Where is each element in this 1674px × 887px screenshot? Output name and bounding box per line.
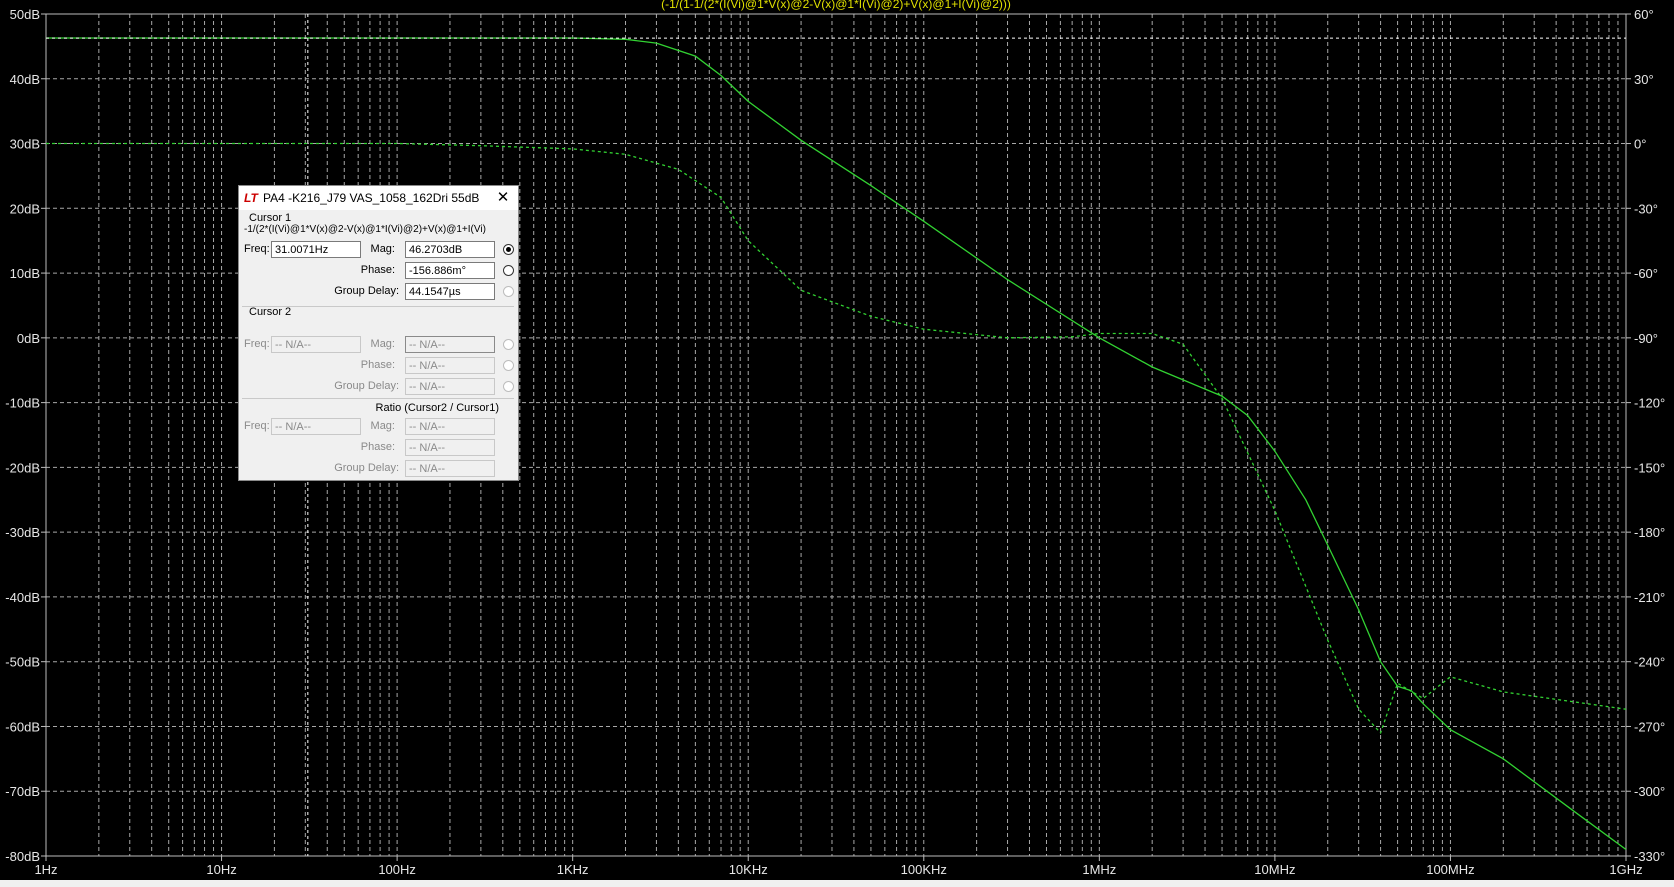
cursor2-phase-label: Phase:: [360, 359, 395, 371]
y-left-tick-label: -20dB: [5, 460, 40, 475]
ratio-freq-field[interactable]: -- N/A--: [271, 418, 361, 435]
y-left-tick-label: 20dB: [10, 201, 40, 216]
cursor2-heading: Cursor 2: [249, 306, 292, 318]
cursor-dialog[interactable]: LT PA4 -K216_J79 VAS_1058_162Dri 55dB ✕ …: [238, 185, 519, 481]
cursor1-phase-radio[interactable]: [503, 265, 514, 276]
expression-title[interactable]: (-1/(1-1/(2*(I(Vi)@1*V(x)@2-V(x)@1*I(Vi)…: [661, 0, 1011, 11]
x-tick-label: 100KHz: [901, 862, 947, 877]
y-right-tick-label: -240°: [1634, 655, 1665, 670]
cursor2-group-delay-radio[interactable]: [503, 381, 514, 392]
dialog-separator: [242, 398, 514, 399]
cursor1-freq-field[interactable]: 31.0071Hz: [271, 241, 361, 258]
y-right-tick-label: -90°: [1634, 331, 1658, 346]
y-right-tick-label: 0°: [1634, 137, 1646, 152]
cursor1-freq-label: Freq:: [244, 243, 270, 255]
y-right-tick-label: -180°: [1634, 525, 1665, 540]
cursor1-mag-label: Mag:: [370, 243, 395, 255]
y-right-tick-label: -150°: [1634, 460, 1665, 475]
ratio-freq-label: Freq:: [244, 420, 270, 432]
ratio-heading: Ratio (Cursor2 / Cursor1): [375, 402, 499, 414]
x-tick-label: 100Hz: [378, 862, 416, 877]
x-tick-label: 1MHz: [1082, 862, 1116, 877]
y-left-tick-label: -50dB: [5, 655, 40, 670]
cursor1-group-delay-radio[interactable]: [503, 286, 514, 297]
cursor2-mag-label: Mag:: [370, 338, 395, 350]
cursor2-phase-field[interactable]: -- N/A--: [405, 357, 495, 374]
y-left-tick-label: 10dB: [10, 266, 40, 281]
close-button[interactable]: ✕: [488, 186, 518, 210]
ratio-phase-label: Phase:: [360, 441, 395, 453]
cursor1-phase-field[interactable]: -156.886m°: [405, 262, 495, 279]
x-tick-label: 10KHz: [729, 862, 768, 877]
y-right-tick-label: -300°: [1634, 784, 1665, 799]
y-right-tick-label: 30°: [1634, 72, 1654, 87]
ratio-mag-label: Mag:: [370, 420, 395, 432]
ratio-phase-field[interactable]: -- N/A--: [405, 439, 495, 456]
dialog-titlebar[interactable]: LT PA4 -K216_J79 VAS_1058_162Dri 55dB ✕: [239, 186, 518, 210]
y-left-tick-label: -80dB: [5, 849, 40, 864]
y-right-tick-label: -120°: [1634, 396, 1665, 411]
cursor2-mag-field[interactable]: -- N/A--: [405, 336, 495, 353]
ratio-group-delay-label: Group Delay:: [334, 462, 399, 474]
cursor1-expression: -1/(2*(I(Vi)@1*V(x)@2-V(x)@1*I(Vi)@2)+V(…: [244, 224, 486, 235]
ratio-group-delay-field[interactable]: -- N/A--: [405, 460, 495, 477]
dialog-title: PA4 -K216_J79 VAS_1058_162Dri 55dB: [263, 191, 480, 205]
cursor2-group-delay-label: Group Delay:: [334, 380, 399, 392]
y-left-tick-label: -70dB: [5, 784, 40, 799]
x-tick-label: 1GHz: [1609, 862, 1642, 877]
cursor1-mag-field[interactable]: 46.2703dB: [405, 241, 495, 258]
y-left-tick-label: -10dB: [5, 396, 40, 411]
cursor2-mag-radio[interactable]: [503, 339, 514, 350]
x-tick-label: 10MHz: [1254, 862, 1295, 877]
y-left-tick-label: -60dB: [5, 719, 40, 734]
cursor2-freq-label: Freq:: [244, 338, 270, 350]
cursor2-group-delay-field[interactable]: -- N/A--: [405, 378, 495, 395]
x-tick-label: 10Hz: [206, 862, 236, 877]
cursor1-heading: Cursor 1: [249, 212, 292, 224]
y-left-tick-label: 30dB: [10, 137, 40, 152]
cursor1-mag-radio[interactable]: [503, 244, 514, 255]
y-right-tick-label: 60°: [1634, 7, 1654, 22]
y-right-tick-label: -60°: [1634, 266, 1658, 281]
y-right-tick-label: -30°: [1634, 201, 1658, 216]
y-left-tick-label: 0dB: [17, 331, 40, 346]
y-left-tick-label: 50dB: [10, 7, 40, 22]
cursor1-group-delay-label: Group Delay:: [334, 285, 399, 297]
y-left-tick-label: -30dB: [5, 525, 40, 540]
y-left-tick-label: 40dB: [10, 72, 40, 87]
status-strip: [0, 880, 1674, 887]
y-right-tick-label: -210°: [1634, 590, 1665, 605]
ratio-mag-field[interactable]: -- N/A--: [405, 418, 495, 435]
y-right-tick-label: -330°: [1634, 849, 1665, 864]
lt-logo-icon: LT: [244, 191, 258, 205]
cursor2-phase-radio[interactable]: [503, 360, 514, 371]
x-tick-label: 1KHz: [557, 862, 589, 877]
cursor2-freq-field[interactable]: -- N/A--: [271, 336, 361, 353]
x-tick-label: 100MHz: [1426, 862, 1474, 877]
y-right-tick-label: -270°: [1634, 719, 1665, 734]
cursor1-phase-label: Phase:: [360, 264, 395, 276]
x-tick-label: 1Hz: [34, 862, 57, 877]
cursor1-group-delay-field[interactable]: 44.1547µs: [405, 283, 495, 300]
y-left-tick-label: -40dB: [5, 590, 40, 605]
